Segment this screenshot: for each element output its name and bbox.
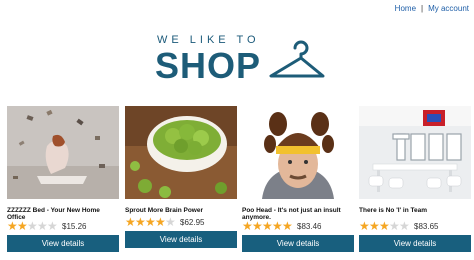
product-rating: ★ ★ ★ ★ ★ $15.26 bbox=[7, 219, 119, 233]
product-price: $83.46 bbox=[297, 221, 322, 231]
star-empty-icon: ★ bbox=[37, 219, 48, 233]
product-price: $83.65 bbox=[414, 221, 439, 231]
product-image-man-hat bbox=[242, 106, 354, 199]
star-empty-icon: ★ bbox=[165, 215, 176, 229]
star-filled-icon: ★ bbox=[272, 219, 283, 233]
star-filled-icon: ★ bbox=[135, 215, 146, 229]
view-details-button[interactable]: View details bbox=[359, 235, 471, 252]
product-image-team-room bbox=[359, 106, 471, 199]
star-filled-icon: ★ bbox=[252, 219, 263, 233]
star-filled-icon: ★ bbox=[155, 215, 166, 229]
product-card[interactable]: ZZZZZZ Bed - Your New Home Office ★ ★ ★ … bbox=[7, 106, 119, 252]
product-card[interactable]: Poo Head - It's not just an insult anymo… bbox=[242, 106, 354, 252]
star-empty-icon: ★ bbox=[27, 219, 38, 233]
product-grid: ZZZZZZ Bed - Your New Home Office ★ ★ ★ … bbox=[7, 106, 474, 260]
top-nav: Home | My account bbox=[395, 4, 469, 13]
product-price: $62.95 bbox=[180, 217, 205, 227]
star-filled-icon: ★ bbox=[359, 219, 370, 233]
product-image[interactable] bbox=[359, 106, 471, 199]
view-details-button[interactable]: View details bbox=[7, 235, 119, 252]
nav-separator: | bbox=[421, 4, 424, 13]
my-account-link[interactable]: My account bbox=[428, 4, 469, 13]
star-filled-icon: ★ bbox=[379, 219, 390, 233]
product-card[interactable]: Sprout More Brain Power ★ ★ ★ ★ ★ $62.95… bbox=[125, 106, 237, 248]
product-price: $15.26 bbox=[62, 221, 87, 231]
product-image-brussels-sprouts bbox=[125, 106, 237, 199]
product-rating: ★ ★ ★ ★ ★ $83.46 bbox=[242, 219, 354, 233]
hanger-icon bbox=[269, 40, 325, 78]
product-rating: ★ ★ ★ ★ ★ $62.95 bbox=[125, 215, 237, 229]
star-empty-icon: ★ bbox=[399, 219, 410, 233]
star-empty-icon: ★ bbox=[389, 219, 400, 233]
star-filled-icon: ★ bbox=[242, 219, 253, 233]
star-filled-icon: ★ bbox=[145, 215, 156, 229]
home-link[interactable]: Home bbox=[395, 4, 416, 13]
star-filled-icon: ★ bbox=[125, 215, 136, 229]
product-image[interactable] bbox=[7, 106, 119, 199]
star-filled-icon: ★ bbox=[282, 219, 293, 233]
view-details-button[interactable]: View details bbox=[125, 231, 237, 248]
star-filled-icon: ★ bbox=[369, 219, 380, 233]
star-filled-icon: ★ bbox=[262, 219, 273, 233]
product-image[interactable] bbox=[125, 106, 237, 199]
star-filled-icon: ★ bbox=[17, 219, 28, 233]
product-image[interactable] bbox=[242, 106, 354, 199]
site-logo[interactable]: WE LIKE TO SHOP bbox=[155, 34, 330, 86]
product-image-woman-books bbox=[7, 106, 119, 199]
view-details-button[interactable]: View details bbox=[242, 235, 354, 252]
product-card[interactable]: There is No 'I' in Team ★ ★ ★ ★ ★ $83.65… bbox=[359, 106, 471, 252]
star-filled-icon: ★ bbox=[7, 219, 18, 233]
product-rating: ★ ★ ★ ★ ★ $83.65 bbox=[359, 219, 471, 233]
star-empty-icon: ★ bbox=[47, 219, 58, 233]
logo-wordmark: SHOP bbox=[155, 45, 262, 86]
